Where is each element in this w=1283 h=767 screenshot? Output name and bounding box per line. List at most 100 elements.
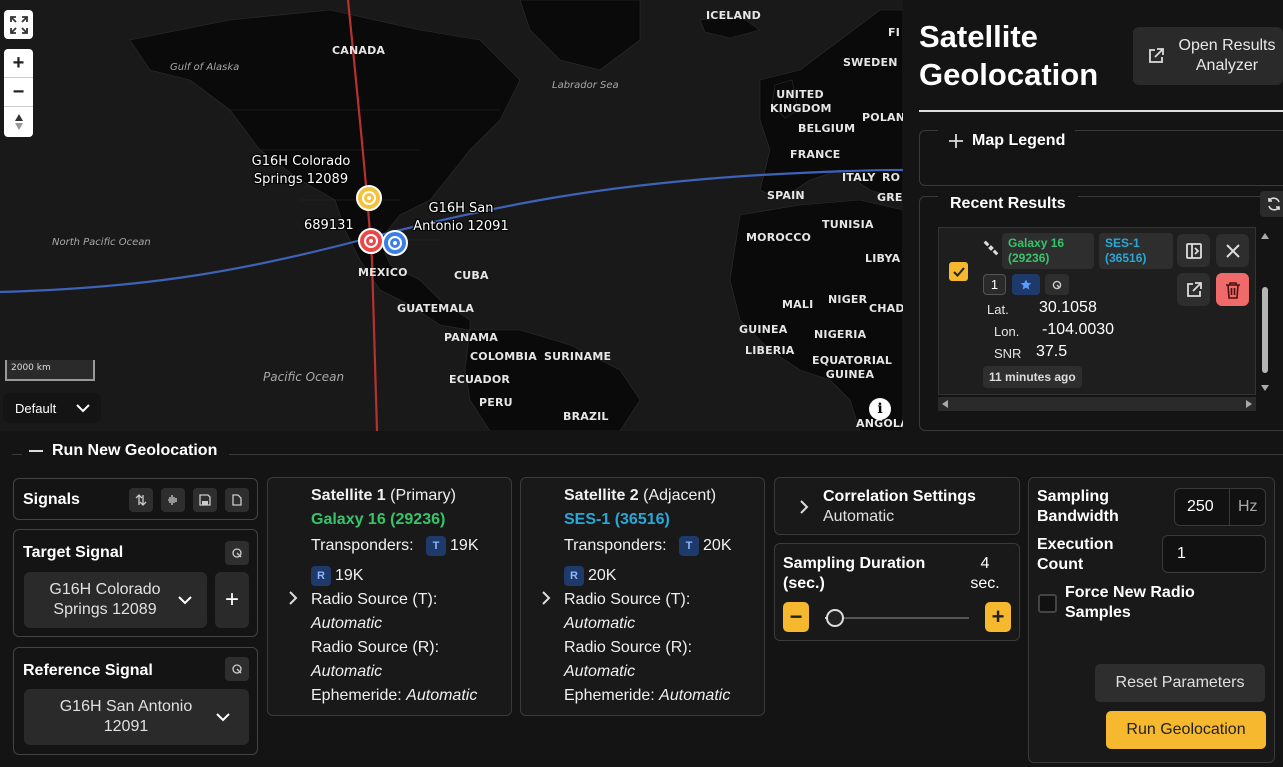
reference-signal-title: Reference Signal [23,662,153,679]
map-label-panama: PANAMA [444,331,498,344]
horizontal-scrollbar[interactable] [938,397,1256,411]
page-title-text: Satellite Geolocation [919,19,1099,92]
zoom-in-button[interactable]: + [4,49,33,78]
zoom-out-button[interactable]: − [4,78,33,107]
marker-label-colorado[interactable]: G16H Colorado Springs 12089 [240,153,362,189]
map-label-north-pacific: North Pacific Ocean [52,237,151,248]
map-label-guinea: GUINEA [739,323,788,336]
result-count-badge: 1 [983,274,1006,295]
satellite-1-card[interactable]: Satellite 1 (Primary) Galaxy 16 (29236) … [267,477,512,716]
map-label-brazil: BRAZIL [563,410,609,423]
execution-count-input[interactable]: 1 [1162,535,1266,573]
signals-title: Signals [23,491,80,508]
minus-icon [29,450,43,452]
map-label-canada: CANADA [332,44,386,57]
refresh-button[interactable] [1260,191,1283,217]
marker-colorado-icon [356,185,382,211]
map-label-uk: UNITED KINGDOM [770,88,832,115]
satellite-1-rs-t-value: Automatic [311,615,383,632]
map[interactable]: ICELAND CANADA SWEDEN FI UNITED KINGDOM … [0,0,903,431]
star-icon[interactable] [1012,274,1040,295]
chevron-down-icon [76,403,90,412]
map-label-ecuador: ECUADOR [449,373,511,386]
force-samples-label: Force New Radio Samples [1065,584,1195,621]
map-label-colombia: COLOMBIA [470,350,537,363]
lon-value: -104.0030 [1042,321,1115,338]
save-icon[interactable] [193,488,217,512]
recent-results-label: Recent Results [938,191,1078,217]
info-icon[interactable]: i [869,398,891,420]
delete-result-button[interactable] [1216,273,1249,306]
show-panel-button[interactable] [1177,234,1210,267]
marker-result-icon [358,228,384,254]
external-link-icon [1149,48,1164,63]
map-label-tunisia: TUNISIA [822,218,874,231]
map-label-poland: POLAND [862,111,903,124]
decrease-duration-button[interactable]: − [783,602,809,632]
refresh-icon [1268,197,1280,211]
map-label-fi: FI [888,26,901,39]
open-results-analyzer-button[interactable]: Open Results Analyzer [1133,27,1283,85]
close-result-button[interactable] [1216,234,1249,267]
external-link-icon [1186,281,1202,297]
slider-thumb[interactable] [826,609,844,627]
correlation-settings-card[interactable]: Correlation Settings Automatic [774,477,1020,535]
run-geolocation-section: Run New Geolocation Signals Target Signa… [0,431,1283,767]
swap-icon[interactable] [129,488,153,512]
sampling-duration-label: Sampling Duration (sec.) [783,555,926,592]
map-label-eqguinea: EQUATORIAL GUINEA [812,354,893,381]
target-signal-select[interactable]: G16H Colorado Springs 12089 [24,572,207,628]
vertical-scrollbar[interactable] [1258,229,1272,395]
pin-icon[interactable] [1045,274,1069,295]
open-result-button[interactable] [1177,273,1210,306]
chevron-down-icon [178,595,192,604]
waveform-icon[interactable] [161,488,185,512]
map-label-gulf-alaska: Gulf of Alaska [170,62,240,73]
map-label-peru: PERU [479,396,513,409]
reference-signal-value: G16H San Antonio 12091 [59,698,193,735]
scale-bar: 2000 km [5,360,95,381]
result-checkbox[interactable] [949,262,968,281]
fullscreen-button[interactable] [4,10,33,39]
lat-value: 30.1058 [1039,299,1097,316]
sampling-duration-card: Sampling Duration (sec.) 4 sec. − + [774,543,1020,641]
target-signal-title: Target Signal [23,544,124,561]
satellite-1-eph-label: Ephemeride: [311,687,402,704]
marker-label-sanantonio[interactable]: G16H San Antonio 12091 [404,200,518,236]
snr-value: 37.5 [1036,343,1068,360]
marker-label-result[interactable]: 689131 [304,217,354,235]
satellite-1-rs-r-label: Radio Source (R): [311,639,440,656]
parameters-card: Sampling Bandwidth 250 Hz Execution Coun… [1028,477,1275,763]
target-locate-icon[interactable] [225,541,249,565]
satellite-2-card[interactable]: Satellite 2 (Adjacent) SES-1 (36516) Tra… [520,477,765,716]
map-label-france: FRANCE [790,148,841,161]
satellite-2-transponders-label: Transponders: [564,537,667,554]
add-target-button[interactable]: + [215,572,249,628]
sampling-bandwidth-input[interactable]: 250 Hz [1174,488,1266,526]
basemap-select[interactable]: Default [3,393,101,423]
file-icon[interactable] [225,488,249,512]
map-legend-toggle[interactable]: Map Legend [938,128,1076,154]
reset-parameters-button[interactable]: Reset Parameters [1095,664,1265,702]
result-timestamp: 11 minutes ago [983,366,1082,388]
transponder-t-badge: T [426,535,447,556]
correlation-settings-value: Automatic [823,508,895,525]
close-icon [1225,243,1240,258]
increase-duration-button[interactable]: + [985,602,1011,632]
map-label-spain: SPAIN [767,189,805,202]
reference-locate-icon[interactable] [225,657,249,681]
map-label-morocco: MOROCCO [746,231,812,244]
force-samples-checkbox[interactable] [1038,594,1057,613]
reset-north-button[interactable] [4,107,33,136]
satellite-2-r-value: 20K [588,567,617,584]
map-legend-section: Map Legend [919,128,1283,186]
sampling-bandwidth-value: 250 [1187,498,1214,515]
result-sat2-tag: SES-1 (36516) [1099,233,1173,269]
sampling-duration-slider[interactable] [825,609,969,627]
satellite-1-r-value: 19K [335,567,364,584]
check-icon [952,266,965,277]
run-geolocation-button[interactable]: Run Geolocation [1106,711,1266,749]
run-geolocation-toggle[interactable]: Run New Geolocation [22,440,230,462]
reference-signal-select[interactable]: G16H San Antonio 12091 [24,689,249,745]
satellite-1-eph-value: Automatic [406,687,478,704]
